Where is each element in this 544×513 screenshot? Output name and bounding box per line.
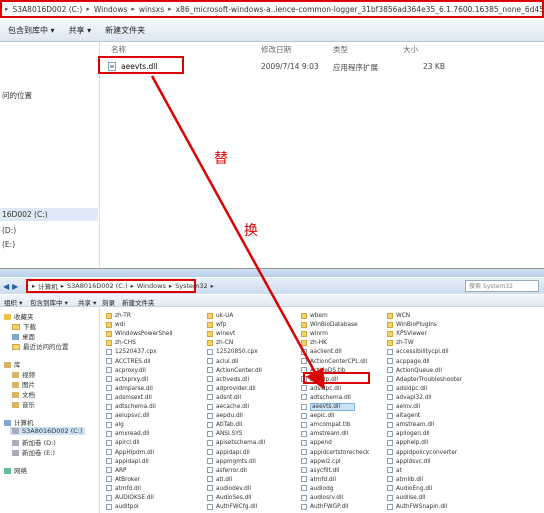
replace-arrow (150, 75, 325, 390)
arrow-line (150, 75, 325, 390)
